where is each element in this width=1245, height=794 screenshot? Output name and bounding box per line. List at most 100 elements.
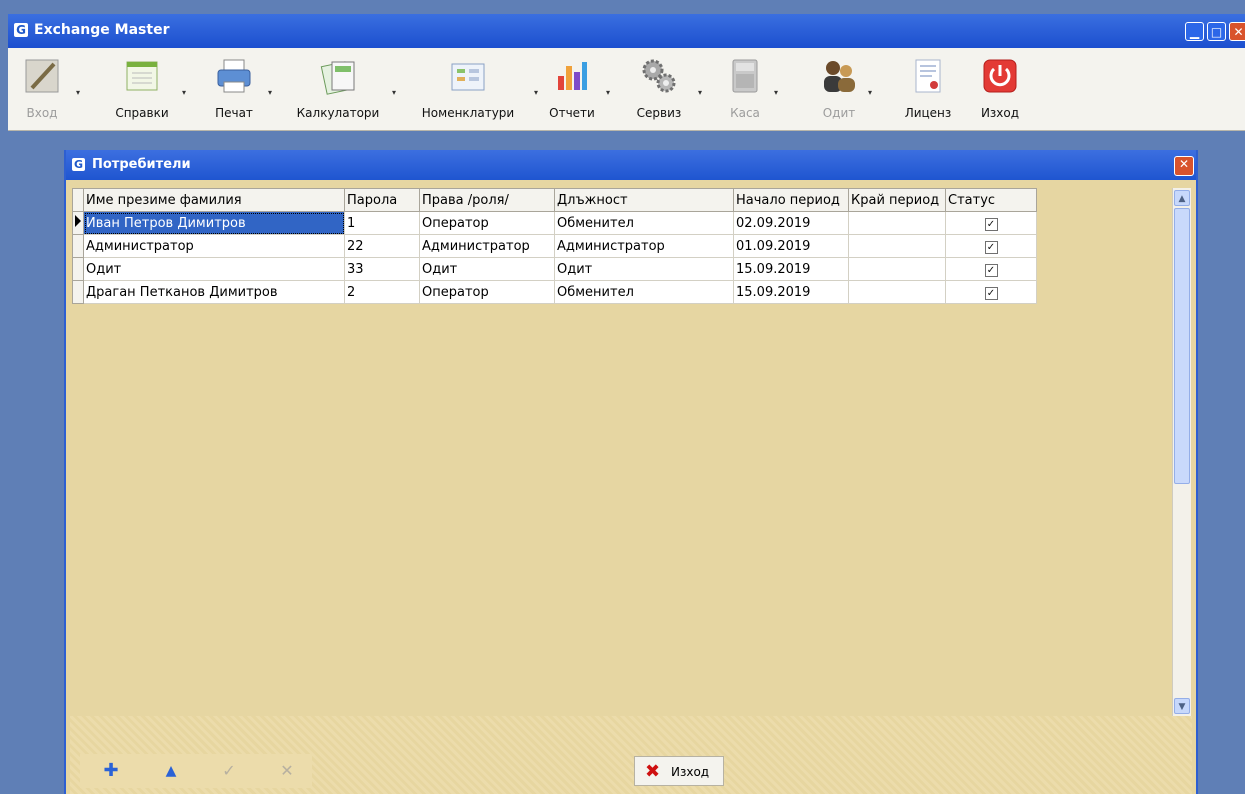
app-logo-icon: G: [72, 158, 85, 171]
dropdown-arrow-icon: ▾: [391, 88, 396, 97]
close-button[interactable]: ✕: [1229, 22, 1245, 41]
users-window-title-bar: G Потребители ✕: [66, 150, 1196, 180]
column-header-status[interactable]: Статус: [945, 188, 1037, 212]
gears-icon: [642, 59, 676, 93]
toolbar-audit-button[interactable]: ▾ Одит: [814, 48, 872, 128]
toolbar-calculators-button[interactable]: ▾ Калкулатори: [288, 48, 396, 128]
toolbar-license-button[interactable]: Лиценз: [900, 48, 956, 128]
scroll-down-icon[interactable]: ▼: [1174, 698, 1190, 714]
main-toolbar: ▾ Вход ▾ Справки ▾ Печат ▾ Калкулатори ▾…: [8, 48, 1245, 131]
printer-icon: [217, 59, 251, 93]
scroll-thumb[interactable]: [1174, 208, 1190, 484]
window-title: Exchange Master: [34, 22, 170, 38]
toolbar-label: Отчети: [549, 106, 595, 120]
cell-position[interactable]: Администратор: [554, 234, 734, 258]
users-window-title: Потребители: [92, 157, 191, 172]
row-indicator: [72, 211, 84, 235]
column-header-password[interactable]: Парола: [344, 188, 420, 212]
cell-position[interactable]: Обменител: [554, 280, 734, 304]
cell-password[interactable]: 1: [344, 211, 420, 235]
app-logo-icon: G: [14, 23, 28, 37]
reports-icon: [558, 62, 587, 90]
dropdown-arrow-icon: ▾: [181, 88, 186, 97]
cell-name[interactable]: Администратор: [83, 234, 345, 258]
toolbar-label: Сервиз: [636, 106, 682, 120]
toolbar-nomenclatures-button[interactable]: ▾ Номенклатури: [406, 48, 538, 128]
toolbar-login-button[interactable]: ▾ Вход: [12, 48, 80, 128]
toolbar-exit-button[interactable]: Изход: [974, 48, 1026, 128]
exit-button[interactable]: ✖ Изход: [634, 756, 724, 786]
confirm-record-button[interactable]: ✓: [218, 760, 240, 782]
column-header-name[interactable]: Име презиме фамилия: [83, 188, 345, 212]
cell-name[interactable]: Драган Петканов Димитров: [83, 280, 345, 304]
status-checkbox[interactable]: ✓: [984, 217, 998, 231]
column-header-end[interactable]: Край период: [848, 188, 946, 212]
users-grid: Име презиме фамилия Парола Права /роля/ …: [72, 188, 1172, 712]
toolbar-reports-button[interactable]: ▾ Отчети: [542, 48, 610, 128]
cell-position[interactable]: Обменител: [554, 211, 734, 235]
table-row[interactable]: Администратор 22 Администратор Администр…: [72, 234, 1037, 258]
toolbar-label: Лиценз: [904, 106, 952, 120]
cell-status[interactable]: ✓: [945, 234, 1037, 258]
dropdown-arrow-icon: ▾: [267, 88, 272, 97]
nomenclature-icon: [451, 63, 485, 91]
close-icon: ✖: [645, 761, 661, 782]
cell-end[interactable]: [848, 234, 946, 258]
maximize-button[interactable]: □: [1207, 22, 1226, 41]
dropdown-arrow-icon: ▾: [867, 88, 872, 97]
move-up-button[interactable]: ▲: [160, 760, 182, 782]
scroll-up-icon[interactable]: ▲: [1174, 190, 1190, 206]
add-record-button[interactable]: ✚: [100, 760, 122, 782]
dropdown-arrow-icon: ▾: [533, 88, 538, 97]
cell-start[interactable]: 15.09.2019: [733, 280, 849, 304]
minimize-button[interactable]: ▁: [1185, 22, 1204, 41]
cell-start[interactable]: 01.09.2019: [733, 234, 849, 258]
cell-password[interactable]: 2: [344, 280, 420, 304]
status-checkbox[interactable]: ✓: [984, 263, 998, 277]
pencil-icon: [25, 59, 59, 93]
column-header-role[interactable]: Права /роля/: [419, 188, 555, 212]
cell-role[interactable]: Оператор: [419, 211, 555, 235]
license-icon: [915, 59, 941, 93]
cell-role[interactable]: Оператор: [419, 280, 555, 304]
cell-start[interactable]: 15.09.2019: [733, 257, 849, 281]
power-icon: [983, 59, 1017, 93]
close-icon[interactable]: ✕: [1174, 156, 1194, 176]
status-checkbox[interactable]: ✓: [984, 240, 998, 254]
cell-end[interactable]: [848, 257, 946, 281]
cell-end[interactable]: [848, 280, 946, 304]
cell-role[interactable]: Одит: [419, 257, 555, 281]
toolbar-references-button[interactable]: ▾ Справки: [106, 48, 186, 128]
cell-position[interactable]: Одит: [554, 257, 734, 281]
cell-role[interactable]: Администратор: [419, 234, 555, 258]
cell-name[interactable]: Одит: [83, 257, 345, 281]
table-row[interactable]: Иван Петров Димитров 1 Оператор Обмените…: [72, 211, 1037, 235]
cell-status[interactable]: ✓: [945, 257, 1037, 281]
toolbar-label: Калкулатори: [296, 106, 380, 120]
column-header-start[interactable]: Начало период: [733, 188, 849, 212]
column-header-position[interactable]: Длъжност: [554, 188, 734, 212]
toolbar-service-button[interactable]: ▾ Сервиз: [624, 48, 702, 128]
exit-button-label: Изход: [671, 765, 710, 779]
toolbar-label: Одит: [822, 106, 856, 120]
toolbar-print-button[interactable]: ▾ Печат: [204, 48, 272, 128]
table-row[interactable]: Драган Петканов Димитров 2 Оператор Обме…: [72, 280, 1037, 304]
dropdown-arrow-icon: ▾: [773, 88, 778, 97]
cancel-record-button[interactable]: ✕: [276, 760, 298, 782]
cell-password[interactable]: 33: [344, 257, 420, 281]
vertical-scrollbar[interactable]: ▲ ▼: [1172, 188, 1191, 716]
cell-status[interactable]: ✓: [945, 280, 1037, 304]
cell-status[interactable]: ✓: [945, 211, 1037, 235]
bottom-panel: ✚ ▲ ✓ ✕ ✖ Изход: [70, 716, 1192, 794]
cell-name[interactable]: Иван Петров Димитров: [83, 211, 345, 235]
toolbar-label: Справки: [115, 106, 169, 120]
cell-start[interactable]: 02.09.2019: [733, 211, 849, 235]
document-icon: [126, 61, 158, 91]
cell-password[interactable]: 22: [344, 234, 420, 258]
toolbar-label: Номенклатури: [421, 106, 515, 120]
cell-end[interactable]: [848, 211, 946, 235]
status-checkbox[interactable]: ✓: [984, 286, 998, 300]
toolbar-cash-button[interactable]: ▾ Каса: [720, 48, 778, 128]
current-row-arrow-icon: [75, 215, 81, 227]
table-row[interactable]: Одит 33 Одит Одит 15.09.2019 ✓: [72, 257, 1037, 281]
